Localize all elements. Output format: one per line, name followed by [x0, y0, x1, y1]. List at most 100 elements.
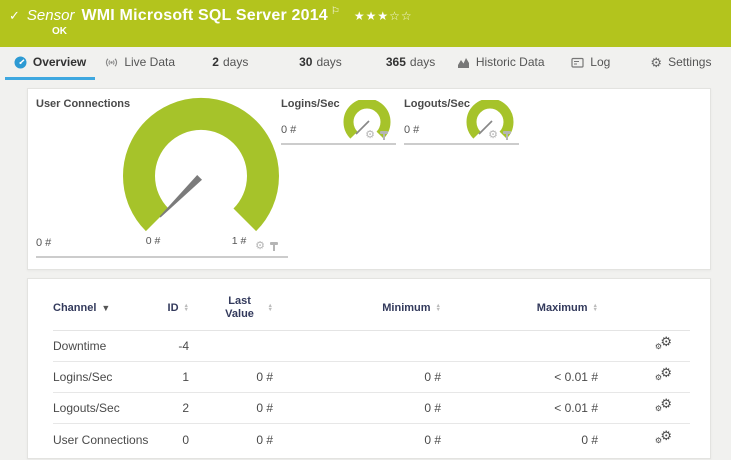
channel-minimum: 0 #	[424, 401, 441, 415]
header-label: Last Value	[225, 295, 254, 320]
channel-maximum: < 0.01 #	[554, 401, 598, 415]
header-minimum[interactable]: Minimum ▲ ▼	[273, 302, 441, 314]
tab-bar: Overview Live Data 2 days 30 days 365 da…	[0, 47, 731, 80]
stars-filled[interactable]: ★★★	[354, 9, 389, 23]
tab-label: Live Data	[124, 55, 176, 69]
gauge-needle	[159, 175, 202, 218]
gauge-current-value: 0 #	[36, 237, 52, 249]
table-row-logins-sec[interactable]: Logins/Sec 1 0 # 0 # < 0.01 # ⚙ ⚙	[53, 362, 690, 393]
tab-label: Settings	[668, 55, 712, 69]
gauges-panel: User Connections 0 # 1 # 0 # ⚙ Logins/Se…	[27, 88, 711, 270]
gauge-user-connections[interactable]: User Connections 0 # 1 # 0 # ⚙	[36, 96, 288, 258]
tab-label: days	[409, 55, 436, 69]
gauge-title: Logins/Sec	[281, 98, 340, 110]
gauge-scale-max: 1 #	[232, 235, 247, 247]
priority-flag-icon[interactable]: ⚐	[331, 6, 340, 17]
gear-icon: ⚙	[654, 404, 662, 413]
channel-settings-button[interactable]: ⚙ ⚙	[648, 396, 690, 417]
header-last-value[interactable]: Last Value ▲ ▼	[189, 295, 273, 321]
channel-minimum: 0 #	[424, 370, 441, 384]
status-badge: OK	[52, 26, 67, 37]
tab-label: Log	[590, 55, 611, 69]
tab-number: 30	[299, 55, 313, 69]
pin-icon[interactable]	[503, 130, 511, 141]
tab-365-days[interactable]: 365 days	[366, 47, 456, 80]
tab-number: 2	[212, 55, 219, 69]
tab-overview[interactable]: Overview	[5, 47, 96, 80]
table-row-user-connections[interactable]: User Connections 0 0 # 0 # 0 # ⚙ ⚙	[53, 424, 690, 455]
channel-name[interactable]: Downtime	[53, 339, 161, 353]
header-label: Channel	[53, 302, 97, 314]
gear-icon[interactable]: ⚙	[488, 130, 498, 141]
tab-2-days[interactable]: 2 days	[185, 47, 275, 80]
sort-icon: ▲ ▼	[592, 302, 598, 313]
gear-icon: ⚙	[654, 435, 662, 445]
gear-icon: ⚙	[654, 342, 662, 351]
channel-settings-button[interactable]: ⚙ ⚙	[648, 334, 690, 355]
tab-label: Historic Data	[475, 55, 545, 69]
header-label: Maximum	[536, 302, 588, 314]
header-maximum[interactable]: Maximum ▲ ▼	[441, 302, 598, 314]
tab-30-days[interactable]: 30 days	[275, 47, 365, 80]
header-id[interactable]: ID ▲ ▼	[161, 302, 189, 314]
gauge-current-value: 0 #	[404, 124, 420, 136]
channel-last-value: 0 #	[256, 401, 273, 415]
channel-maximum: 0 #	[581, 432, 598, 447]
header-label: ID	[167, 302, 179, 314]
gear-icon: ⚙	[660, 396, 672, 411]
channels-table: Channel ▼ ID ▲ ▼ Last Value ▲ ▼ Minimum ▲ ▼…	[28, 279, 710, 455]
pin-icon[interactable]	[270, 241, 278, 252]
tab-label: Overview	[32, 55, 87, 69]
priority-stars[interactable]: ★★★☆☆	[354, 9, 413, 23]
tab-historic-data[interactable]: Historic Data	[456, 47, 546, 80]
gauge-icon	[14, 56, 27, 69]
gear-icon: ⚙	[650, 54, 663, 70]
channel-name[interactable]: Logins/Sec	[53, 370, 161, 384]
object-kind-label: Sensor	[26, 7, 75, 24]
area-chart-icon	[457, 56, 470, 69]
log-icon	[571, 56, 584, 69]
stars-empty[interactable]: ☆☆	[389, 9, 413, 23]
table-row-downtime[interactable]: Downtime -4 ⚙ ⚙	[53, 331, 690, 362]
channel-id: 1	[182, 370, 189, 384]
channel-name[interactable]: User Connections	[53, 433, 161, 447]
page-title: WMI Microsoft SQL Server 2014	[81, 7, 328, 24]
sort-desc-icon: ▼	[101, 303, 111, 313]
tab-number: 365	[385, 55, 406, 69]
channel-last-value: 0 #	[256, 370, 273, 384]
channels-panel: Channel ▼ ID ▲ ▼ Last Value ▲ ▼ Minimum ▲ ▼…	[27, 278, 711, 459]
sensor-status-banner: ✓ Sensor WMI Microsoft SQL Server 2014 ⚐…	[0, 0, 731, 47]
header-channel[interactable]: Channel ▼	[53, 302, 161, 314]
header-label: Minimum	[382, 302, 431, 314]
channel-name[interactable]: Logouts/Sec	[53, 401, 161, 415]
gauge-scale-min: 0 #	[146, 235, 161, 247]
gauge-logins-sec[interactable]: Logins/Sec 0 # ⚙	[281, 96, 396, 145]
pin-icon[interactable]	[380, 130, 388, 141]
gauge-title: User Connections	[36, 98, 131, 110]
gear-icon[interactable]: ⚙	[255, 241, 265, 252]
channel-id: 0	[182, 432, 189, 447]
channel-minimum: 0 #	[424, 432, 441, 447]
channel-settings-button[interactable]: ⚙ ⚙	[648, 427, 690, 449]
channel-id: -4	[178, 339, 189, 353]
channel-maximum: < 0.01 #	[554, 370, 598, 384]
status-check-icon: ✓	[9, 8, 20, 23]
gear-icon[interactable]: ⚙	[365, 130, 375, 141]
tab-live-data[interactable]: Live Data	[95, 47, 185, 80]
gauge-title: Logouts/Sec	[404, 98, 471, 110]
gauge-current-value: 0 #	[281, 124, 297, 136]
tab-label: days	[316, 55, 342, 69]
broadcast-icon	[105, 56, 118, 69]
table-row-logouts-sec[interactable]: Logouts/Sec 2 0 # 0 # < 0.01 # ⚙ ⚙	[53, 393, 690, 424]
gear-icon: ⚙	[660, 427, 672, 443]
tab-settings[interactable]: ⚙ Settings	[636, 47, 726, 80]
tab-log[interactable]: Log	[546, 47, 636, 80]
channel-last-value: 0 #	[256, 432, 273, 447]
table-header-row: Channel ▼ ID ▲ ▼ Last Value ▲ ▼ Minimum ▲ ▼…	[53, 279, 690, 331]
tab-label: days	[222, 55, 249, 69]
channel-settings-button[interactable]: ⚙ ⚙	[648, 365, 690, 386]
gear-icon: ⚙	[654, 373, 662, 382]
gear-icon: ⚙	[660, 365, 672, 380]
gear-icon: ⚙	[660, 334, 672, 349]
gauge-logouts-sec[interactable]: Logouts/Sec 0 # ⚙	[404, 96, 519, 145]
